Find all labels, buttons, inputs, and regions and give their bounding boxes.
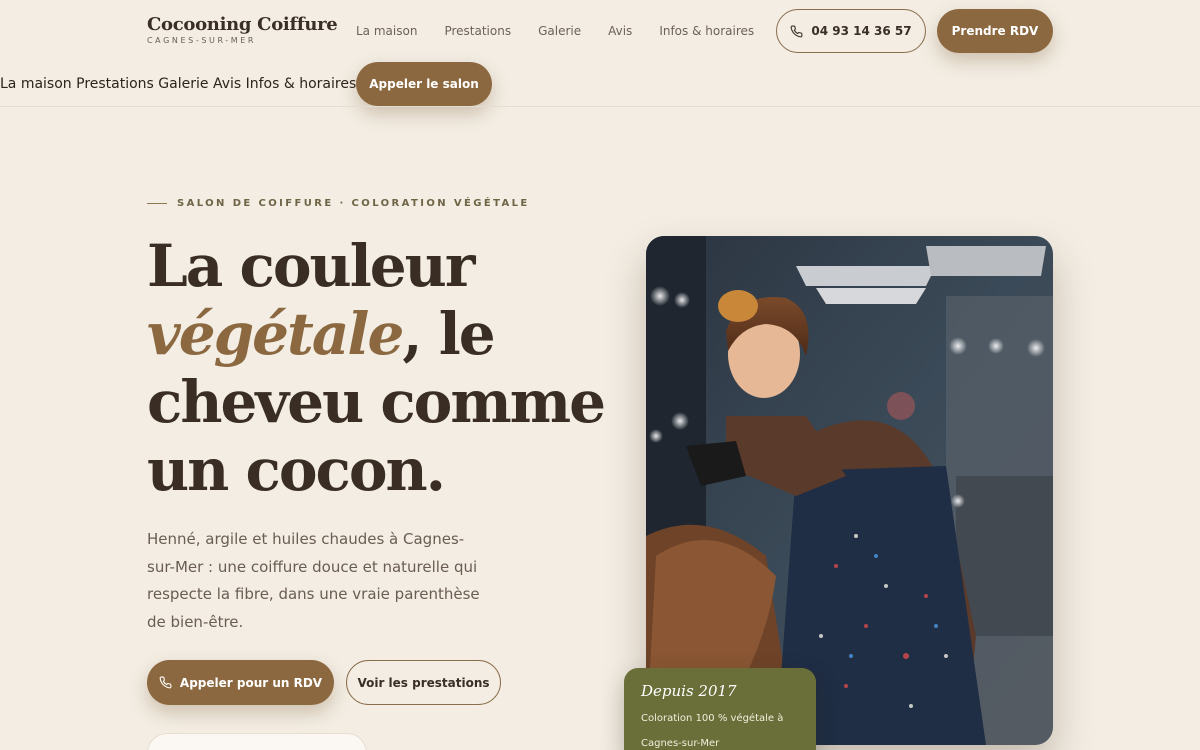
eyebrow-text: SALON DE COIFFURE · COLORATION VÉGÉTALE	[177, 198, 530, 209]
phone-icon	[790, 25, 803, 38]
nav-item-prestations[interactable]: Prestations	[444, 24, 511, 38]
primary-cta-label: Appeler pour un RDV	[179, 675, 323, 690]
headline-line-1: La couleur	[147, 232, 475, 300]
nav-item-avis[interactable]: Avis	[608, 24, 632, 38]
call-salon-button[interactable]: Appeler le salon	[356, 62, 492, 106]
rating-card-peek	[147, 733, 367, 750]
call-for-appointment-button[interactable]: Appeler pour un RDV	[147, 660, 334, 705]
header-divider	[0, 106, 1200, 107]
headline-accent: végétale	[147, 300, 404, 368]
phone-number: 04 93 14 36 57	[811, 24, 912, 38]
mobile-nav-links[interactable]: La maison Prestations Galerie Avis Infos…	[0, 76, 356, 92]
phone-icon	[159, 676, 172, 689]
eyebrow-rule	[147, 203, 167, 204]
nav-item-infos-horaires[interactable]: Infos & horaires	[659, 24, 754, 38]
page: Cocooning Coiffure CAGNES-SUR-MER La mai…	[0, 0, 1200, 750]
since-text: Coloration 100 % végétale à Cagnes-sur-M…	[641, 713, 784, 749]
hero-lead: Henné, argile et huiles chaudes à Cagnes…	[147, 530, 480, 631]
since-badge: Depuis 2017 Coloration 100 % végétale à …	[624, 668, 816, 750]
nav-item-galerie[interactable]: Galerie	[538, 24, 581, 38]
headline-line-4: un cocon.	[147, 436, 446, 504]
headline-line-3: cheveu comme	[147, 368, 606, 436]
main-nav: La maison Prestations Galerie Avis Infos…	[356, 24, 754, 38]
view-services-button[interactable]: Voir les prestations	[346, 660, 501, 705]
brand-city: CAGNES-SUR-MER	[147, 36, 257, 45]
headline-line-2: végétale, le	[147, 300, 577, 368]
book-appointment-button[interactable]: Prendre RDV	[937, 9, 1053, 53]
mobile-nav-row: La maison Prestations Galerie Avis Infos…	[0, 62, 492, 106]
site-header: Cocooning Coiffure CAGNES-SUR-MER La mai…	[0, 0, 1200, 62]
brand-name: Cocooning Coiffure	[147, 14, 338, 35]
phone-button[interactable]: 04 93 14 36 57	[776, 9, 926, 53]
headline-line-2-rest: , le	[402, 300, 495, 368]
hero-headline: La couleur végétale, le cheveu comme un …	[147, 232, 606, 504]
since-title: Depuis 2017	[641, 682, 737, 700]
nav-item-la-maison[interactable]: La maison	[356, 24, 417, 38]
hero-eyebrow: SALON DE COIFFURE · COLORATION VÉGÉTALE	[147, 198, 530, 209]
logo[interactable]: Cocooning Coiffure CAGNES-SUR-MER	[147, 14, 338, 45]
